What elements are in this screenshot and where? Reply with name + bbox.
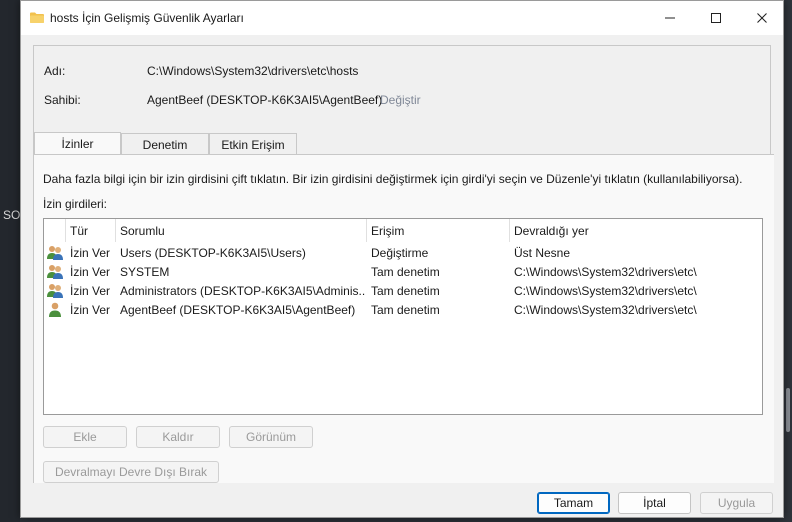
- change-owner-link[interactable]: Değiştir: [380, 93, 421, 107]
- title-bar[interactable]: hosts İçin Gelişmiş Güvenlik Ayarları: [21, 1, 783, 35]
- row-inherited-from: C:\Windows\System32\drivers\etc\: [514, 302, 697, 317]
- close-button[interactable]: [739, 1, 785, 35]
- cancel-button[interactable]: İptal: [618, 492, 691, 514]
- view-button[interactable]: Görünüm: [229, 426, 313, 448]
- settings-panel: Adı: C:\Windows\System32\drivers\etc\hos…: [33, 45, 774, 483]
- table-row[interactable]: İzin Ver SYSTEM Tam denetim C:\Windows\S…: [44, 262, 762, 281]
- permission-entries-list[interactable]: Tür Sorumlu Erişim Devraldığı yer İzin V…: [43, 218, 763, 415]
- table-row[interactable]: İzin Ver Users (DESKTOP-K6K3AI5\Users) D…: [44, 243, 762, 262]
- tab-auditing[interactable]: Denetim: [121, 133, 209, 155]
- window-title: hosts İçin Gelişmiş Güvenlik Ayarları: [50, 11, 244, 25]
- apply-button[interactable]: Uygula: [700, 492, 773, 514]
- row-principal: AgentBeef (DESKTOP-K6K3AI5\AgentBeef): [120, 302, 356, 317]
- user-icon: [49, 302, 61, 317]
- tab-effective-access[interactable]: Etkin Erişim: [209, 133, 297, 155]
- row-inherited-from: Üst Nesne: [514, 245, 571, 260]
- disable-inheritance-button[interactable]: Devralmayı Devre Dışı Bırak: [43, 461, 219, 483]
- name-label: Adı:: [44, 64, 66, 78]
- user-group-icon: [47, 265, 63, 279]
- table-row[interactable]: İzin Ver AgentBeef (DESKTOP-K6K3AI5\Agen…: [44, 300, 762, 319]
- background-app-text: SO: [3, 208, 21, 222]
- permissions-tab-content: Daha fazla bilgi için bir izin girdisini…: [34, 154, 774, 483]
- row-type: İzin Ver: [70, 302, 111, 317]
- remove-button[interactable]: Kaldır: [136, 426, 220, 448]
- user-group-icon: [47, 246, 63, 260]
- owner-label: Sahibi:: [44, 93, 81, 107]
- advanced-security-dialog: hosts İçin Gelişmiş Güvenlik Ayarları Ad…: [20, 0, 784, 518]
- table-row[interactable]: İzin Ver Administrators (DESKTOP-K6K3AI5…: [44, 281, 762, 300]
- column-header-principal[interactable]: Sorumlu: [116, 219, 367, 242]
- column-header-access[interactable]: Erişim: [367, 219, 510, 242]
- instruction-text: Daha fazla bilgi için bir izin girdisini…: [43, 172, 743, 186]
- row-principal: Administrators (DESKTOP-K6K3AI5\Adminis.…: [120, 283, 365, 298]
- minimize-button[interactable]: [647, 1, 693, 35]
- row-principal: Users (DESKTOP-K6K3AI5\Users): [120, 245, 306, 260]
- row-inherited-from: C:\Windows\System32\drivers\etc\: [514, 264, 697, 279]
- row-inherited-from: C:\Windows\System32\drivers\etc\: [514, 283, 697, 298]
- maximize-icon: [711, 13, 721, 23]
- owner-value: AgentBeef (DESKTOP-K6K3AI5\AgentBeef): [147, 93, 383, 107]
- minimize-icon: [665, 17, 675, 19]
- name-value: C:\Windows\System32\drivers\etc\hosts: [147, 64, 359, 78]
- list-header: Tür Sorumlu Erişim Devraldığı yer: [44, 219, 762, 242]
- column-header-icon: [44, 219, 66, 242]
- row-access: Tam denetim: [371, 302, 440, 317]
- dialog-client-area: Adı: C:\Windows\System32\drivers\etc\hos…: [21, 35, 783, 517]
- row-principal: SYSTEM: [120, 264, 170, 279]
- row-access: Tam denetim: [371, 264, 440, 279]
- row-access: Değiştirme: [371, 245, 429, 260]
- close-icon: [757, 13, 767, 23]
- row-access: Tam denetim: [371, 283, 440, 298]
- ok-button[interactable]: Tamam: [537, 492, 610, 514]
- add-button[interactable]: Ekle: [43, 426, 127, 448]
- tab-permissions[interactable]: İzinler: [34, 132, 121, 155]
- row-type: İzin Ver: [70, 245, 111, 260]
- user-group-icon: [47, 284, 63, 298]
- background-scroll-mark: [786, 388, 790, 432]
- permission-entries-label: İzin girdileri:: [43, 197, 108, 211]
- column-header-inherited-from[interactable]: Devraldığı yer: [510, 219, 765, 242]
- background-app-left: [0, 0, 20, 522]
- maximize-button[interactable]: [693, 1, 739, 35]
- row-type: İzin Ver: [70, 264, 111, 279]
- row-type: İzin Ver: [70, 283, 111, 298]
- column-header-type[interactable]: Tür: [66, 219, 116, 242]
- folder-icon: [30, 12, 44, 23]
